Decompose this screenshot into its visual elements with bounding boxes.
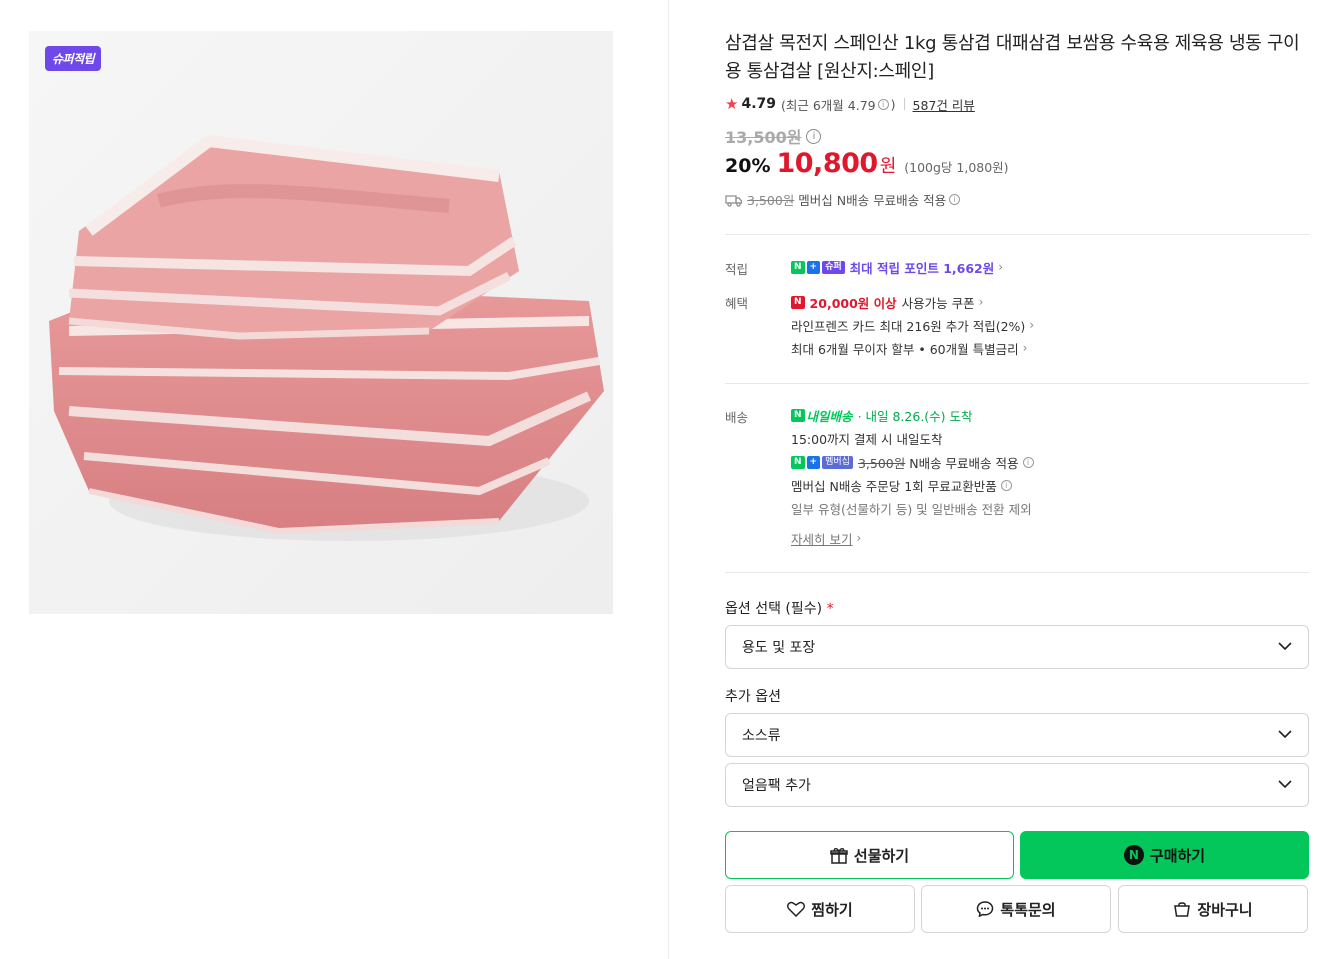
original-price: 13,500원 i <box>725 124 822 148</box>
chevron-right-icon: › <box>1022 341 1028 355</box>
member-shipping-row: N + 멤버십 3,500원 N배송 무료배송 적용 i <box>791 453 1034 471</box>
rating-row: ★ 4.79 (최근 6개월 4.79 i ) 587건 리뷰 <box>725 94 975 114</box>
gift-button[interactable]: 선물하기 <box>725 831 1014 879</box>
naver-n-tag: N <box>791 295 805 309</box>
exchange-text: 멤버십 N배송 주문당 1회 무료교환반품 <box>791 478 997 494</box>
info-icon[interactable]: i <box>1000 479 1012 491</box>
price-info-icon[interactable]: i <box>806 128 822 144</box>
review-count-link[interactable]: 587건 리뷰 <box>913 95 975 114</box>
section-divider <box>725 572 1309 573</box>
info-icon[interactable]: i <box>949 194 961 205</box>
coupon-text: 사용가능 쿠폰 <box>901 295 975 311</box>
discount-rate: 20% <box>725 155 771 177</box>
talk-inquiry-button[interactable]: 톡톡문의 <box>921 885 1111 933</box>
shopping-bag-icon <box>1174 902 1191 917</box>
coupon-highlight: 20,000원 이상 <box>809 295 897 311</box>
naver-n-tag: N <box>791 455 805 469</box>
chat-icon <box>977 901 994 918</box>
option-select-value: 용도 및 포장 <box>742 640 816 656</box>
shipping-summary: 3,500원 멤버십 N배송 무료배송 적용 i <box>725 190 961 209</box>
gift-icon <box>830 848 848 864</box>
recent-rating-close: ) <box>890 96 896 112</box>
member-shipping-text: N배송 무료배송 적용 <box>909 455 1019 471</box>
details-link-row[interactable]: 자세히 보기 › <box>791 529 861 547</box>
cutoff-text: 15:00까지 결제 시 내일도착 <box>791 431 943 447</box>
wish-button[interactable]: 찜하기 <box>725 885 915 933</box>
currency: 원 <box>879 156 897 177</box>
wish-button-label: 찜하기 <box>811 900 853 919</box>
naver-n-tag: N <box>791 408 805 422</box>
delivery-label: 배송 <box>725 410 749 425</box>
coupon-row[interactable]: N 20,000원 이상 사용가능 쿠폰 › <box>791 293 983 311</box>
pork-belly-illustration <box>29 31 613 614</box>
benefit-label: 혜택 <box>725 296 749 311</box>
product-image[interactable] <box>29 31 613 614</box>
info-icon[interactable]: i <box>1022 456 1034 468</box>
product-title: 삼겹살 목전지 스페인산 1kg 통삼겹 대패삼겹 보쌈용 수육용 제육용 냉동… <box>725 33 1300 82</box>
rating-score: 4.79 <box>741 96 776 112</box>
panel-divider <box>668 0 669 959</box>
chevron-down-icon <box>1278 730 1292 739</box>
card-row[interactable]: 라인프렌즈 카드 최대 216원 추가 적립(2%) › <box>791 316 1034 334</box>
sale-price: 10,800 <box>776 148 878 179</box>
option-select-usage[interactable]: 용도 및 포장 <box>725 625 1309 669</box>
chevron-down-icon <box>1278 642 1292 651</box>
chevron-down-icon <box>1278 780 1292 789</box>
plus-tag: + <box>806 260 821 274</box>
naver-n-tag: N <box>791 260 805 274</box>
section-divider <box>725 234 1309 235</box>
option-select-sauce[interactable]: 소스류 <box>725 713 1309 757</box>
exchange-row: 멤버십 N배송 주문당 1회 무료교환반품 i <box>791 476 1012 494</box>
chevron-right-icon: › <box>856 531 862 545</box>
chevron-right-icon: › <box>1029 318 1035 332</box>
super-tag: 슈퍼 <box>822 260 845 274</box>
max-points-text: 최대 적립 포인트 1,662원 <box>849 260 995 276</box>
sale-price-row: 20% 10,800 원 (100g당 1,080원) <box>725 148 1009 179</box>
points-row[interactable]: N + 슈퍼 최대 적립 포인트 1,662원 › <box>791 258 1003 276</box>
points-label: 적립 <box>725 262 749 277</box>
unit-price: (100g당 1,080원) <box>904 160 1009 175</box>
card-benefit-text: 라인프렌즈 카드 최대 216원 추가 적립(2%) <box>791 318 1026 334</box>
required-option-label: 옵션 선택 (필수) * <box>725 598 834 618</box>
truck-icon <box>725 194 743 207</box>
heart-icon <box>787 901 806 917</box>
star-icon: ★ <box>725 95 739 113</box>
option-select-icepack[interactable]: 얼음팩 추가 <box>725 763 1309 807</box>
buy-button[interactable]: N 구매하기 <box>1020 831 1309 879</box>
option-select-value: 얼음팩 추가 <box>742 778 811 794</box>
nextday-logo: 내일배송 <box>806 408 853 424</box>
installment-text: 최대 6개월 무이자 할부 • 60개월 특별금리 <box>791 341 1019 357</box>
exclusion-row: 일부 유형(선물하기 등) 및 일반배송 전환 제외 <box>791 499 1032 517</box>
divider <box>903 98 905 110</box>
details-link[interactable]: 자세히 보기 <box>791 529 852 548</box>
talk-button-label: 톡톡문의 <box>1000 900 1056 919</box>
cart-button-label: 장바구니 <box>1197 900 1253 919</box>
recent-rating: (최근 6개월 4.79 <box>781 97 876 113</box>
member-shipping-strike: 3,500원 <box>857 455 906 471</box>
installment-row[interactable]: 최대 6개월 무이자 할부 • 60개월 특별금리 › <box>791 339 1027 357</box>
chevron-right-icon: › <box>978 295 984 309</box>
section-divider <box>725 383 1309 384</box>
buy-button-label: 구매하기 <box>1149 846 1206 865</box>
required-mark: * <box>826 601 834 617</box>
naver-pay-icon: N <box>1123 845 1144 865</box>
exclusion-text: 일부 유형(선물하기 등) 및 일반배송 전환 제외 <box>791 501 1032 517</box>
nextday-row: N 내일배송 · 내일 8.26.(수) 도착 <box>791 406 973 424</box>
plus-tag: + <box>806 455 821 469</box>
super-points-badge: 슈퍼적립 <box>45 46 102 71</box>
arrival-date: · 내일 8.26.(수) 도착 <box>857 408 973 424</box>
option-select-value: 소스류 <box>742 728 781 744</box>
original-price-value: 13,500원 <box>725 128 802 147</box>
cutoff-row: 15:00까지 결제 시 내일도착 <box>791 429 942 447</box>
info-icon[interactable]: i <box>877 98 889 110</box>
membership-tag: 멤버십 <box>822 455 853 469</box>
extra-option-label: 추가 옵션 <box>725 689 781 705</box>
cart-button[interactable]: 장바구니 <box>1118 885 1308 933</box>
shipping-fee-strike: 3,500원 <box>747 193 795 208</box>
required-option-text: 옵션 선택 (필수) <box>725 601 823 617</box>
chevron-right-icon: › <box>998 260 1004 274</box>
gift-button-label: 선물하기 <box>853 846 910 865</box>
shipping-summary-text: 멤버십 N배송 무료배송 적용 <box>798 193 947 208</box>
